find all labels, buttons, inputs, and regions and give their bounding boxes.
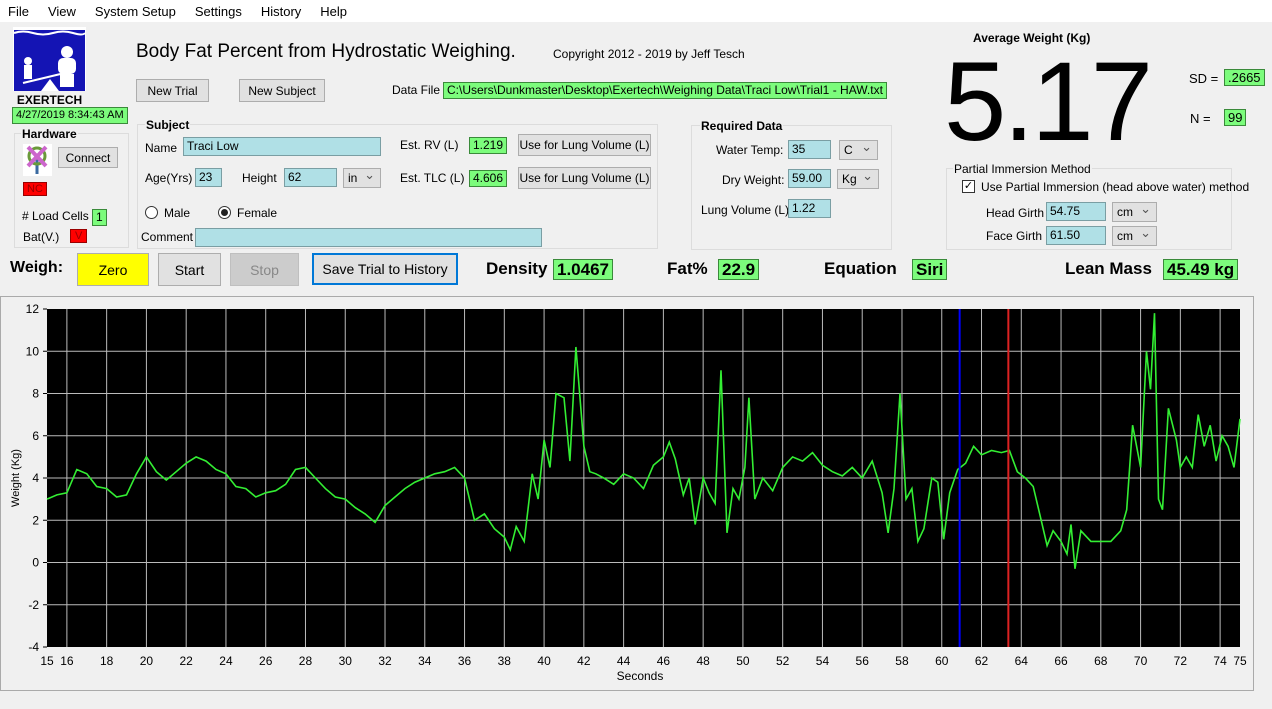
x-tick-label: 36 (458, 654, 472, 668)
y-tick-label: -4 (28, 640, 39, 654)
x-tick-label: 20 (140, 654, 154, 668)
x-tick-label: 18 (100, 654, 114, 668)
x-tick-label: 64 (1015, 654, 1029, 668)
x-tick-label: 56 (856, 654, 870, 668)
x-tick-label: 74 (1213, 654, 1227, 668)
x-tick-label: 50 (736, 654, 750, 668)
x-tick-label: 16 (60, 654, 74, 668)
x-tick-label: 52 (776, 654, 790, 668)
x-tick-label: 24 (219, 654, 233, 668)
weight-chart: 15 16 18 20 22 24 26 28 30 32 34 36 38 40 42 44 46 48 50 52… (10, 302, 1247, 683)
x-tick-label: 62 (975, 654, 989, 668)
x-tick-label: 26 (259, 654, 273, 668)
x-tick-label: 34 (418, 654, 432, 668)
y-tick-label: 12 (26, 302, 40, 316)
x-tick-label: 68 (1094, 654, 1108, 668)
x-tick-label: 32 (378, 654, 392, 668)
x-tick-label: 46 (657, 654, 671, 668)
x-tick-label: 54 (816, 654, 830, 668)
x-tick-label: 66 (1054, 654, 1068, 668)
x-axis-label: Seconds (617, 669, 664, 683)
x-tick-label: 38 (498, 654, 512, 668)
x-tick-label: 72 (1174, 654, 1188, 668)
y-tick-label: 2 (32, 513, 39, 527)
y-axis-label: Weight (Kg) (10, 449, 22, 507)
y-tick-label: 4 (32, 471, 39, 485)
x-tick-label: 70 (1134, 654, 1148, 668)
x-tick-label: 22 (180, 654, 194, 668)
y-tick-label: 0 (32, 556, 39, 570)
x-tick-label: 60 (935, 654, 949, 668)
x-tick-label: 75 (1233, 654, 1247, 668)
x-tick-label: 48 (696, 654, 710, 668)
y-tick-label: 10 (26, 344, 40, 358)
y-tick-label: -2 (28, 598, 39, 612)
x-tick-label: 44 (617, 654, 631, 668)
y-tick-label: 6 (32, 429, 39, 443)
x-tick-label: 42 (577, 654, 591, 668)
x-tick-label: 28 (299, 654, 313, 668)
x-tick-label: 15 (40, 654, 54, 668)
y-tick-label: 8 (32, 387, 39, 401)
x-tick-label: 40 (537, 654, 551, 668)
x-tick-label: 58 (895, 654, 909, 668)
x-tick-label: 30 (339, 654, 353, 668)
